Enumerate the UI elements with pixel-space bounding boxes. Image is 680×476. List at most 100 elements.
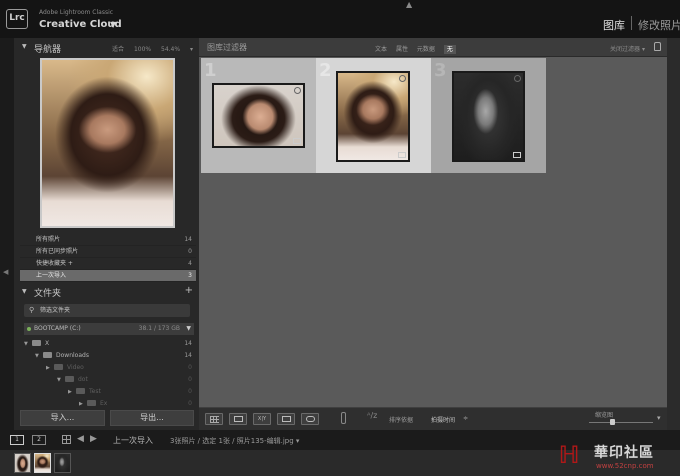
folder-name: Ex (100, 400, 108, 407)
folder-tree-row[interactable]: ▼ X 14 (24, 338, 194, 350)
catalog-label: 快捷收藏夹 + (36, 260, 73, 267)
volume-bootcamp[interactable]: BOOTCAMP (C:) 38.1 / 173 GB ▼ (24, 323, 194, 335)
grid-view: 图库过滤器 文本 属性 元数据 无 关闭过滤器 ▾ 1 2 3 X|Y ᴬ/z … (199, 38, 667, 430)
filter-off-label: 关闭过滤器 (610, 46, 641, 53)
compare-view-button[interactable]: X|Y (253, 413, 271, 425)
watermark-text: 華印社區 (594, 445, 654, 461)
filter-text[interactable]: 文本 (375, 46, 387, 53)
grid-view-button[interactable] (205, 413, 223, 425)
filter-metadata[interactable]: 元数据 (417, 46, 435, 53)
left-panel: ▼ 导航器 适合 100% 54.4% ▾ 所有照片 14 所有已同步照片 0 … (14, 38, 199, 430)
people-view-button[interactable] (301, 413, 319, 425)
right-panel-edge[interactable] (667, 38, 680, 430)
module-library[interactable]: 图库 (603, 17, 625, 33)
add-folder-icon[interactable]: + (185, 285, 193, 296)
volume-caret-icon[interactable]: ▼ (186, 323, 191, 335)
collapse-left-icon[interactable]: ◀ (3, 268, 8, 276)
tree-toggle-icon[interactable]: ▼ (57, 374, 65, 386)
filter-none[interactable]: 无 (443, 45, 456, 54)
survey-icon (282, 416, 291, 422)
folder-filter-field[interactable]: ⚲ 筛选文件夹 (24, 304, 190, 317)
left-panel-edge[interactable]: ◀ (0, 38, 14, 430)
lock-icon[interactable] (654, 42, 661, 51)
catalog-item-all-photos[interactable]: 所有照片 14 (20, 234, 196, 246)
survey-view-button[interactable] (277, 413, 295, 425)
navigator-header[interactable]: ▼ 导航器 适合 100% 54.4% ▾ (14, 40, 199, 55)
catalog-item-synced[interactable]: 所有已同步照片 0 (20, 246, 196, 258)
module-separator (631, 16, 632, 30)
import-button[interactable]: 导入... (20, 410, 105, 426)
folder-name: X (45, 340, 50, 347)
back-arrow-icon[interactable]: ◀ (77, 434, 84, 444)
thumbnail-size-slider-knob[interactable] (609, 419, 615, 425)
painter-icon[interactable] (341, 412, 346, 424)
forward-arrow-icon[interactable]: ▶ (90, 434, 97, 444)
zoom-fit[interactable]: 适合 (112, 46, 124, 53)
folder-name: Downloads (56, 352, 89, 359)
grid-cell-selected[interactable]: 2 (316, 58, 431, 173)
folder-tree-row[interactable]: ▼ Downloads 14 (24, 350, 194, 362)
navigator-title: 导航器 (34, 45, 62, 55)
navigator-preview[interactable] (40, 58, 175, 228)
catalog-item-previous-import[interactable]: 上一次导入 3 (20, 270, 196, 282)
navigator-triangle-icon[interactable]: ▼ (22, 43, 27, 50)
filter-off-dropdown[interactable]: 关闭过滤器 ▾ (610, 44, 645, 53)
tree-toggle-icon[interactable]: ▶ (68, 386, 76, 398)
grid-cell[interactable]: 3 (431, 58, 546, 173)
tree-toggle-icon[interactable]: ▼ (35, 350, 43, 362)
top-panel-toggle-icon[interactable]: ▲ (406, 0, 412, 9)
screen-1-button[interactable]: 1 (10, 435, 24, 445)
filmstrip-thumb[interactable] (54, 453, 71, 473)
folder-icon (54, 364, 63, 370)
thumbnail-size-slider[interactable] (589, 422, 653, 423)
photo (338, 73, 408, 160)
zoom-caret-icon[interactable]: ▾ (190, 46, 193, 53)
filmstrip-source[interactable]: 上一次导入 (113, 435, 153, 446)
filter-options: 文本 属性 元数据 无 (375, 44, 463, 54)
sort-value[interactable]: 拍摄时间 (431, 415, 455, 424)
zoom-100[interactable]: 100% (134, 46, 151, 53)
folder-tree-row[interactable]: ▶ Ex 0 (24, 398, 194, 410)
screen-2-button[interactable]: 2 (32, 435, 46, 445)
filter-attribute[interactable]: 属性 (396, 46, 408, 53)
brand-small: Adobe Lightroom Classic (39, 9, 114, 16)
library-filter-bar: 图库过滤器 文本 属性 元数据 无 关闭过滤器 ▾ (199, 38, 667, 57)
folder-icon (87, 400, 96, 406)
folder-tree-row[interactable]: ▼ dot 0 (24, 374, 194, 386)
loupe-view-button[interactable] (229, 413, 247, 425)
tree-toggle-icon[interactable]: ▼ (24, 338, 32, 350)
catalog-item-quick-collection[interactable]: 快捷收藏夹 + 4 (20, 258, 196, 270)
export-button[interactable]: 导出... (110, 410, 194, 426)
sort-direction-icon[interactable]: ᴬ/z (367, 411, 377, 420)
folders-header[interactable]: ▼ 文件夹 + (14, 285, 199, 299)
folder-tree-row[interactable]: ▶ Video 0 (24, 362, 194, 374)
pick-flag-icon[interactable] (514, 75, 521, 82)
filmstrip-info[interactable]: 3张照片 / 选定 1张 / 照片135-编辑.jpg ▾ (170, 436, 299, 446)
tree-toggle-icon[interactable]: ▶ (46, 362, 54, 374)
catalog-count: 14 (184, 236, 192, 243)
watermark-url: www.52cnp.com (596, 462, 654, 470)
thumbnail[interactable] (452, 71, 525, 162)
zoom-custom[interactable]: 54.4% (161, 46, 180, 53)
pick-flag-icon[interactable] (294, 87, 301, 94)
cell-index: 2 (319, 60, 332, 81)
thumbnail[interactable] (336, 71, 410, 162)
folder-tree-row[interactable]: ▶ Test 0 (24, 386, 194, 398)
filmstrip-thumb[interactable] (14, 453, 31, 473)
pick-flag-icon[interactable] (399, 75, 406, 82)
folder-icon (65, 376, 74, 382)
sort-caret-icon[interactable]: ≑ (463, 415, 468, 422)
photo (454, 73, 523, 160)
toolbar-menu-caret-icon[interactable]: ▾ (657, 414, 661, 422)
grid-cell[interactable]: 1 (201, 58, 316, 173)
thumbnail[interactable] (212, 83, 305, 148)
folders-triangle-icon[interactable]: ▼ (22, 288, 27, 295)
grid-icon[interactable] (62, 435, 71, 444)
filmstrip-thumb-selected[interactable] (34, 453, 51, 473)
brand-caret-icon[interactable]: ▼ (110, 20, 116, 29)
tree-toggle-icon[interactable]: ▶ (79, 398, 87, 410)
folder-filter-label: 筛选文件夹 (40, 307, 71, 314)
filter-off-caret-icon: ▾ (641, 46, 645, 53)
module-develop[interactable]: 修改照片 (638, 17, 680, 33)
catalog-label: 上一次导入 (36, 272, 67, 279)
